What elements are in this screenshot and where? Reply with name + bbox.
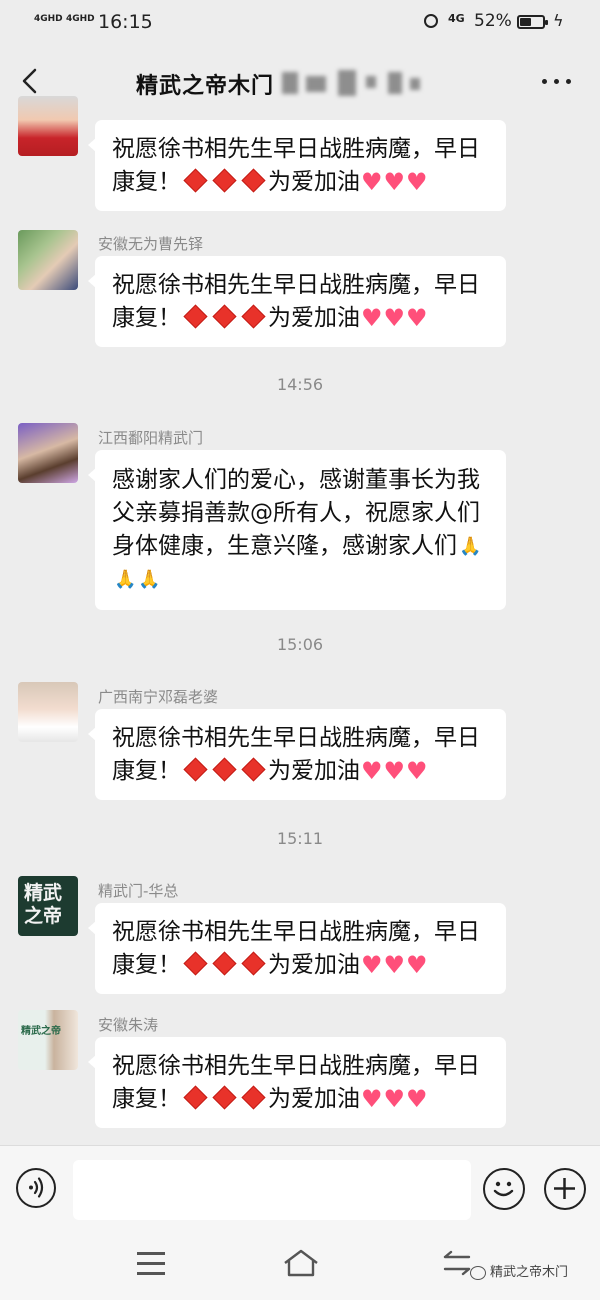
- jingwu-logo-text: 精武之帝: [24, 882, 63, 927]
- chat-title: 精武之帝木门: [136, 74, 275, 99]
- chat-header: 精武之帝木门: [0, 46, 600, 118]
- fu-diamond-icon: [241, 304, 266, 329]
- message-suffix: 为爱加油: [268, 169, 360, 195]
- avatar[interactable]: 精武之帝: [18, 876, 78, 936]
- fu-diamond-icon: [183, 168, 208, 193]
- back-arrow-icon[interactable]: [16, 66, 46, 96]
- pray-hands-icon: 🙏: [138, 569, 161, 590]
- message-input[interactable]: [73, 1160, 471, 1220]
- heart-icon: ♥: [383, 951, 406, 979]
- fu-diamond-icon: [183, 757, 208, 782]
- signal-label: 4GHD: [66, 14, 95, 24]
- plus-icon: [554, 1178, 575, 1199]
- fu-diamond-icon: [241, 951, 266, 976]
- sender-name: 广西南宁邓磊老婆: [98, 688, 219, 706]
- emoji-button[interactable]: [483, 1168, 525, 1210]
- message-suffix: 为爱加油: [268, 952, 360, 978]
- heart-icon: ♥: [361, 757, 383, 785]
- heart-icon: ♥: [361, 168, 383, 196]
- heart-icon: ♥: [406, 304, 428, 332]
- sender-name: 精武门-华总: [98, 882, 179, 900]
- avatar[interactable]: 精武之帝: [18, 1010, 78, 1070]
- avatar[interactable]: [18, 230, 78, 290]
- heart-icon: ♥: [406, 757, 428, 785]
- avatar[interactable]: [18, 96, 78, 156]
- heart-icon: ♥: [406, 168, 428, 196]
- heart-icon: ♥: [361, 951, 383, 979]
- status-bar: 4GHD 4GHD 16:15 4G 52% ϟ: [0, 0, 600, 46]
- signal-icon: 4GHD: [34, 14, 63, 24]
- system-nav-bar: 精武之帝木门: [0, 1233, 600, 1300]
- message-bubble[interactable]: 祝愿徐书相先生早日战胜病魔，早日康复！ 为爱加油♥♥♥: [88, 903, 506, 994]
- fu-diamond-icon: [241, 168, 266, 193]
- input-bar: [0, 1145, 600, 1234]
- home-nav-icon[interactable]: [281, 1247, 321, 1279]
- battery-fill: [520, 18, 531, 26]
- watermark: 精武之帝木门: [470, 1261, 568, 1280]
- heart-icon: ♥: [383, 304, 406, 332]
- wechat-icon: [470, 1265, 486, 1280]
- network-type: 4G: [448, 12, 465, 25]
- fu-diamond-icon: [241, 1085, 266, 1110]
- message-bubble[interactable]: 祝愿徐书相先生早日战胜病魔，早日康复！ 为爱加油♥♥♥: [88, 1037, 506, 1128]
- voice-icon: [29, 1177, 44, 1198]
- watermark-text: 精武之帝木门: [490, 1265, 569, 1280]
- timestamp-separator: 14:56: [276, 375, 324, 394]
- message-bubble[interactable]: 祝愿徐书相先生早日战胜病魔，早日康复！ 为爱加油♥♥♥: [88, 120, 506, 211]
- alarm-icon: [424, 14, 438, 28]
- battery-percent: 52%: [474, 11, 512, 31]
- fu-diamond-icon: [183, 951, 208, 976]
- menu-nav-icon[interactable]: [137, 1250, 165, 1276]
- heart-icon: ♥: [406, 1085, 428, 1113]
- avatar[interactable]: [18, 682, 78, 742]
- sender-name: 安徽朱涛: [98, 1016, 159, 1034]
- timestamp-separator: 15:11: [276, 829, 324, 848]
- voice-input-button[interactable]: [16, 1168, 56, 1208]
- heart-icon: ♥: [361, 1085, 383, 1113]
- more-options-icon[interactable]: [540, 76, 574, 86]
- fu-diamond-icon: [212, 304, 237, 329]
- heart-icon: ♥: [383, 168, 406, 196]
- message-bubble[interactable]: 祝愿徐书相先生早日战胜病魔，早日康复！ 为爱加油♥♥♥: [88, 256, 506, 347]
- more-functions-button[interactable]: [544, 1168, 586, 1210]
- redacted-title-area: [280, 68, 460, 98]
- fu-diamond-icon: [212, 951, 237, 976]
- smiley-icon: [493, 1181, 514, 1197]
- message-suffix: 为爱加油: [268, 1086, 360, 1112]
- timestamp-separator: 15:06: [276, 635, 324, 654]
- message-suffix: 为爱加油: [268, 305, 360, 331]
- fu-diamond-icon: [183, 1085, 208, 1110]
- message-bubble[interactable]: 祝愿徐书相先生早日战胜病魔，早日康复！ 为爱加油♥♥♥: [88, 709, 506, 800]
- sender-name: 安徽无为曹先铎: [98, 235, 204, 253]
- pray-hands-icon: 🙏: [459, 536, 482, 557]
- battery-icon: [517, 15, 548, 29]
- signal-label: 4GHD: [34, 14, 63, 24]
- heart-icon: ♥: [361, 304, 383, 332]
- fu-diamond-icon: [212, 757, 237, 782]
- signal-icon: 4GHD: [66, 14, 95, 24]
- heart-icon: ♥: [383, 1085, 406, 1113]
- jingwu-small-text: 精武之帝: [21, 1026, 61, 1037]
- pray-hands-icon: 🙏: [114, 569, 137, 590]
- message-bubble[interactable]: 感谢家人们的爱心，感谢董事长为我父亲募捐善款@所有人，祝愿家人们身体健康，生意兴…: [88, 450, 506, 610]
- clock: 16:15: [98, 11, 153, 33]
- message-text: 感谢家人们的爱心，感谢董事长为我父亲募捐善款@所有人，祝愿家人们身体健康，生意兴…: [112, 467, 480, 559]
- charging-icon: ϟ: [553, 11, 564, 30]
- avatar[interactable]: [18, 423, 78, 483]
- message-suffix: 为爱加油: [268, 758, 360, 784]
- fu-diamond-icon: [183, 304, 208, 329]
- back-nav-icon[interactable]: [441, 1249, 473, 1277]
- sender-name: 江西鄱阳精武门: [98, 429, 204, 447]
- heart-icon: ♥: [383, 757, 406, 785]
- fu-diamond-icon: [212, 168, 237, 193]
- heart-icon: ♥: [406, 951, 428, 979]
- fu-diamond-icon: [212, 1085, 237, 1110]
- fu-diamond-icon: [241, 757, 266, 782]
